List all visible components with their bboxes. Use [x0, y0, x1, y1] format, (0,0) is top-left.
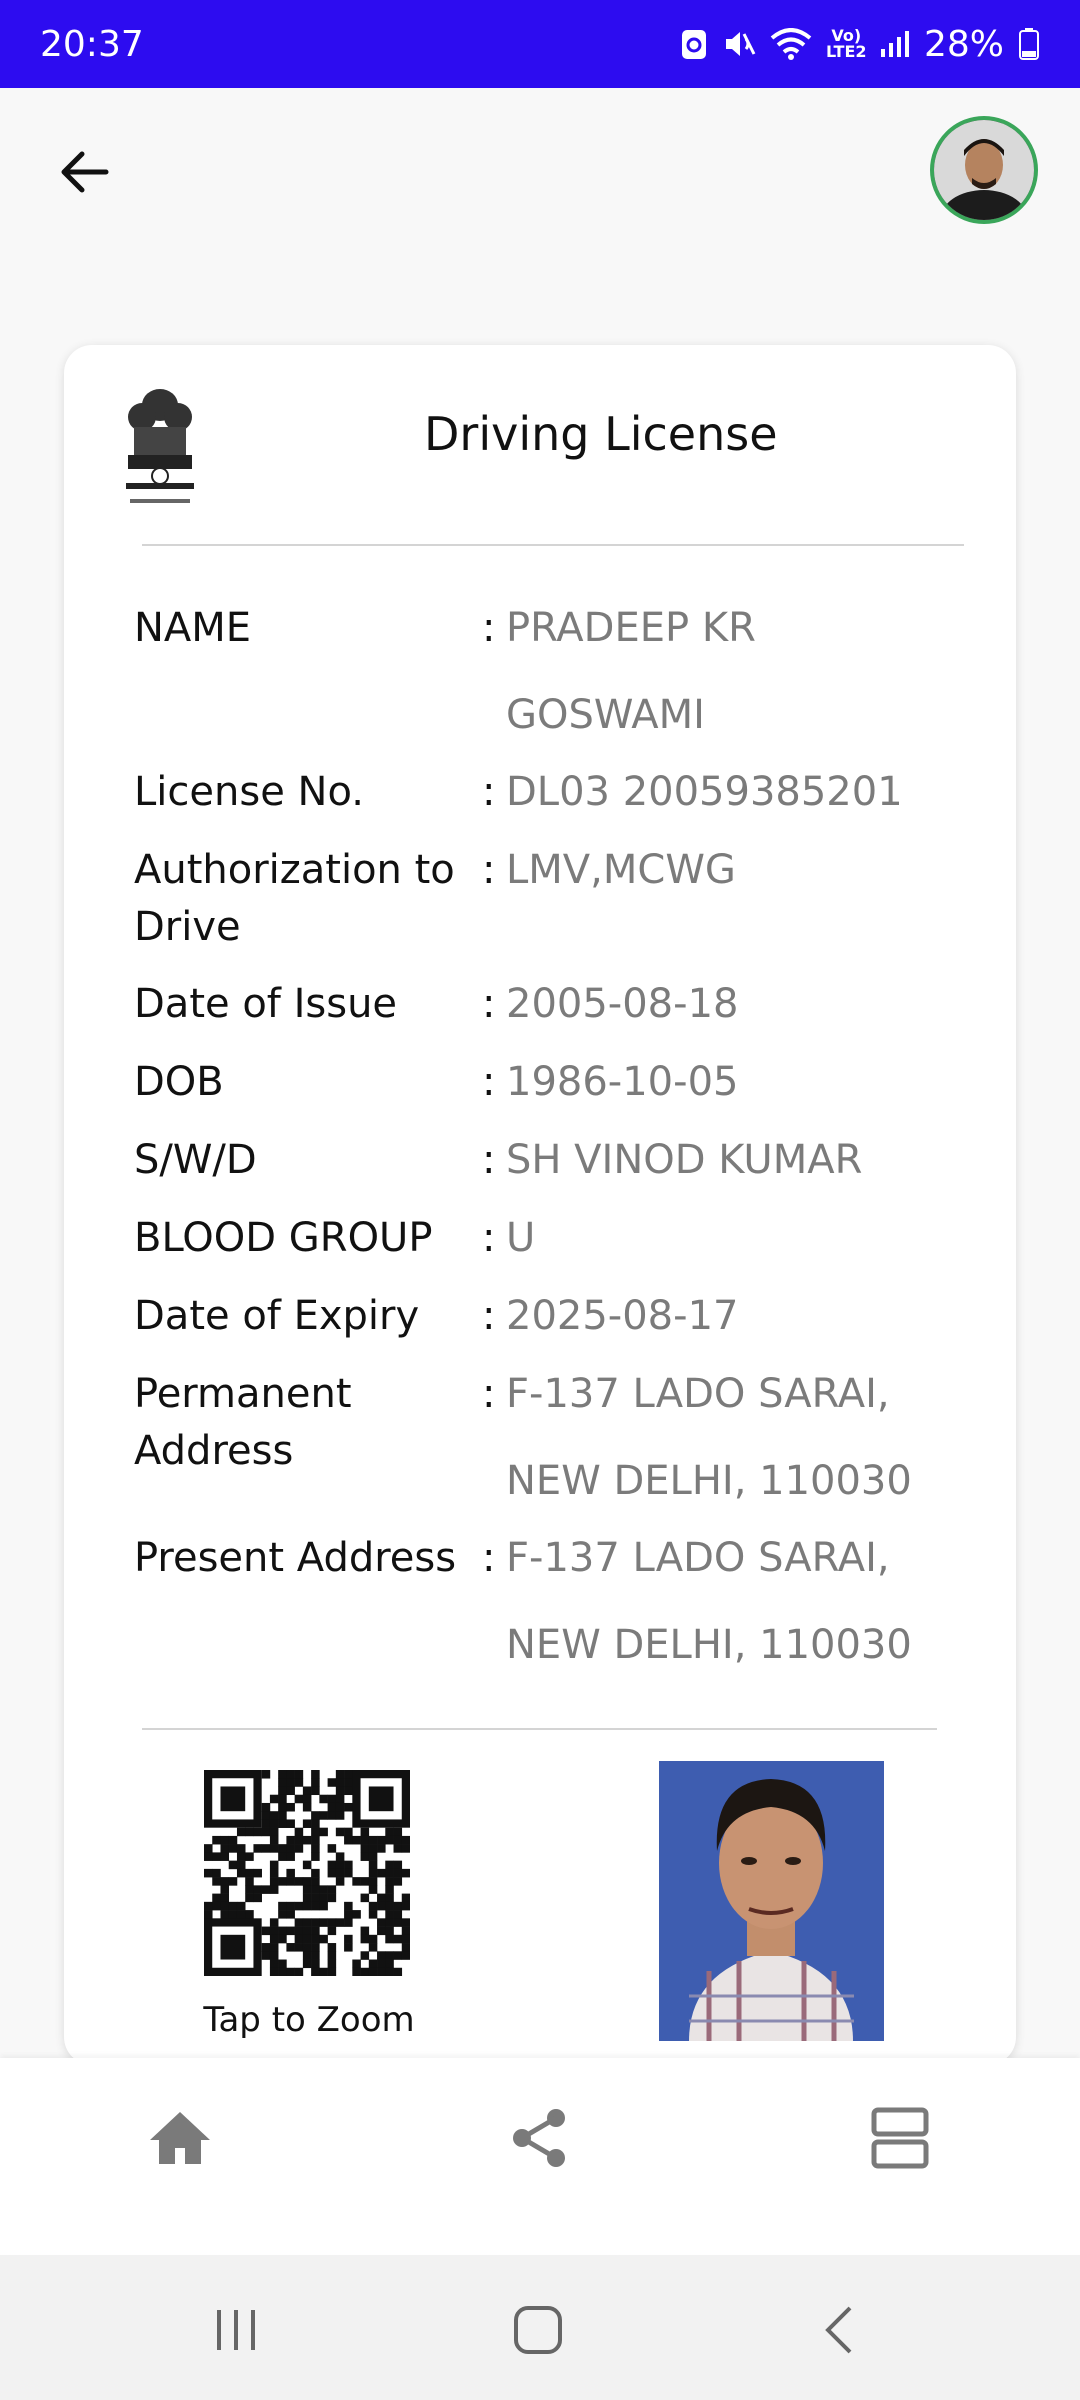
signal-icon	[880, 29, 910, 59]
field-label: BLOOD GROUP	[134, 1215, 433, 1261]
field-label: NAME	[134, 605, 252, 651]
share-button[interactable]	[500, 2098, 580, 2178]
sync-icon	[680, 27, 708, 61]
field-colon: :	[482, 769, 496, 815]
field-label: Authorization to Drive	[134, 847, 455, 950]
mute-icon	[722, 28, 756, 60]
field-colon: :	[482, 1293, 496, 1339]
field-label: Present Address	[134, 1535, 457, 1581]
field-colon: :	[482, 1215, 496, 1261]
field-value: U	[506, 1215, 536, 1261]
share-icon	[513, 2109, 565, 2167]
recents-button[interactable]	[196, 2295, 276, 2365]
field-label: Permanent Address	[134, 1371, 352, 1474]
field-label: Date of Expiry	[134, 1293, 420, 1339]
home-button[interactable]	[140, 2098, 220, 2178]
field-value: 2005-08-18	[506, 981, 739, 1027]
field-label: License No.	[134, 769, 364, 815]
list-view-icon	[871, 2107, 929, 2169]
recents-icon	[217, 2310, 255, 2350]
field-colon: :	[482, 1535, 496, 1581]
field-value: 2025-08-17	[506, 1293, 739, 1339]
field-value: 1986-10-05	[506, 1059, 739, 1105]
field-label: S/W/D	[134, 1137, 257, 1183]
divider	[142, 1728, 937, 1730]
field-label: DOB	[134, 1059, 224, 1105]
system-nav	[0, 2255, 1080, 2400]
field-colon: :	[482, 1371, 496, 1417]
field-colon: :	[482, 981, 496, 1027]
divider	[142, 544, 964, 546]
field-colon: :	[482, 847, 496, 893]
national-emblem-icon	[120, 383, 200, 513]
field-label: Date of Issue	[134, 981, 398, 1027]
bottom-nav	[0, 2058, 1080, 2255]
back-chevron-icon	[825, 2306, 852, 2354]
field-colon: :	[482, 1059, 496, 1105]
avatar-image	[934, 120, 1034, 220]
card-title: Driving License	[424, 407, 778, 461]
back-button[interactable]	[48, 136, 120, 208]
license-photo	[659, 1761, 884, 2041]
field-value: DL03 20059385201	[506, 769, 903, 815]
field-colon: :	[482, 605, 496, 651]
arrow-left-icon	[61, 151, 109, 193]
wifi-icon	[770, 28, 812, 60]
battery-percent: 28%	[923, 23, 1004, 65]
qr-code[interactable]	[204, 1770, 411, 1977]
status-time: 20:37	[40, 23, 144, 65]
field-value: SH VINOD KUMAR	[506, 1137, 863, 1183]
battery-icon	[1018, 27, 1040, 61]
field-value: F-137 LADO SARAI, NEW DELHI, 110030	[506, 1371, 912, 1504]
network-type: Vo) LTE2	[825, 26, 867, 61]
field-colon: :	[482, 1137, 496, 1183]
status-bar: 20:37 Vo) LTE2 28%	[0, 0, 1080, 88]
list-view-button[interactable]	[860, 2098, 940, 2178]
qr-code-icon	[204, 1770, 411, 1977]
profile-avatar[interactable]	[930, 116, 1038, 224]
home-icon	[150, 2112, 210, 2164]
license-card: Driving License NAME : PRADEEP KR GOSWAM…	[64, 345, 1016, 2065]
field-value: PRADEEP KR GOSWAMI	[506, 605, 756, 738]
status-icons: Vo) LTE2 28%	[680, 24, 1040, 65]
system-home-button[interactable]	[498, 2295, 578, 2365]
home-circle-icon	[514, 2306, 562, 2354]
system-back-button[interactable]	[800, 2295, 880, 2365]
field-value: F-137 LADO SARAI, NEW DELHI, 110030	[506, 1535, 912, 1668]
qr-caption[interactable]: Tap to Zoom	[184, 2000, 434, 2040]
field-value: LMV,MCWG	[506, 847, 736, 893]
